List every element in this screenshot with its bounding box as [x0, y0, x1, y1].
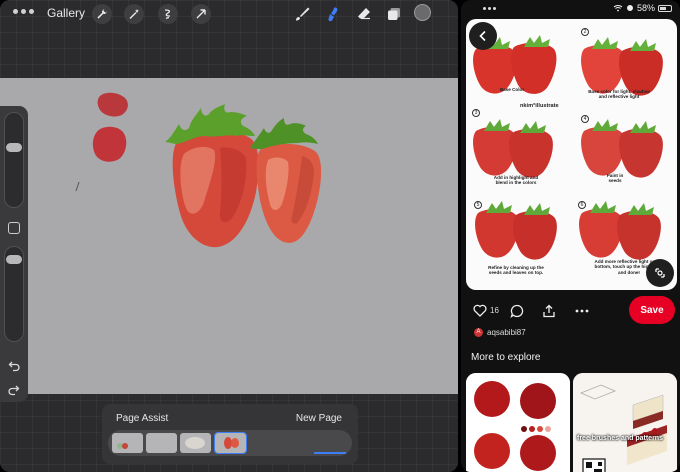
transform-arrow-icon[interactable]	[191, 4, 211, 24]
share-button[interactable]	[542, 304, 556, 318]
layers-icon[interactable]	[384, 4, 404, 24]
step-number: 2	[581, 28, 589, 36]
brush-icon[interactable]	[292, 4, 312, 24]
step-caption: Base color for light, shadow and reflect…	[588, 89, 650, 100]
sidebar	[0, 106, 28, 402]
procreate-toolbar: Gallery	[0, 0, 458, 28]
brush-size-knob[interactable]	[6, 143, 22, 152]
apple-illustration	[466, 373, 570, 472]
page-thumbnail[interactable]	[112, 433, 143, 453]
page-thumbnail-selected[interactable]	[214, 432, 247, 454]
screen: Gallery Page Assist New Page 58% 2 3 4 5…	[0, 0, 680, 472]
step-number: 5	[474, 201, 482, 209]
step-caption: Refine by cleaning up the seeds and leav…	[488, 265, 544, 276]
selection-icon[interactable]	[158, 4, 178, 24]
save-button[interactable]: Save	[629, 296, 675, 324]
gallery-button[interactable]: Gallery	[47, 6, 85, 20]
actions-wrench-icon[interactable]	[92, 4, 112, 24]
ellipsis-icon	[575, 309, 589, 313]
redo-icon[interactable]	[7, 383, 21, 397]
step-caption: Add in highlight and blend in the colors	[493, 175, 539, 186]
share-icon	[543, 304, 555, 318]
step-number: 6	[578, 201, 586, 209]
adjustments-magic-wand-icon[interactable]	[124, 4, 144, 24]
comment-icon	[510, 304, 524, 318]
chevron-left-icon	[479, 30, 486, 42]
undo-icon[interactable]	[7, 359, 21, 373]
lens-search-icon	[655, 268, 665, 278]
pin-image[interactable]: 2 3 4 5 6 Base Color Base color for ligh…	[466, 19, 677, 290]
page-thumbnail[interactable]	[146, 433, 177, 453]
pinterest-app: 58% 2 3 4 5 6 Base Color Base color for …	[461, 0, 680, 472]
multitasking-dots-icon[interactable]	[13, 9, 34, 14]
step-number: 4	[581, 115, 589, 123]
more-options-button[interactable]	[575, 309, 589, 313]
strawberry-tutorial-illustration	[473, 35, 663, 260]
status-indicators: 58%	[613, 3, 672, 13]
explore-card[interactable]: free brushes and patterns	[573, 373, 677, 472]
step-caption: Paint in seeds	[606, 173, 624, 184]
like-button[interactable]: 16	[473, 304, 499, 317]
explore-card[interactable]	[466, 373, 570, 472]
multitasking-dots-icon[interactable]	[483, 7, 496, 10]
avatar: A	[474, 328, 483, 337]
heart-icon	[473, 304, 487, 317]
new-page-button[interactable]: New Page	[296, 413, 342, 424]
card-caption: free brushes and patterns	[577, 435, 663, 442]
comment-button[interactable]	[510, 304, 524, 318]
selected-page-indicator	[314, 452, 346, 454]
modify-square-button[interactable]	[8, 222, 20, 234]
brush-size-slider[interactable]	[4, 112, 24, 208]
status-bar: 58%	[461, 0, 680, 18]
eraser-icon[interactable]	[354, 4, 374, 24]
battery-percent: 58%	[636, 3, 655, 13]
procreate-app: Gallery Page Assist New Page	[0, 0, 458, 472]
visual-search-button[interactable]	[646, 259, 674, 287]
battery-icon	[658, 4, 672, 12]
pin-author[interactable]: A aqsabibi87	[474, 328, 526, 337]
step-number: 3	[472, 109, 480, 117]
more-to-explore-heading: More to explore	[471, 352, 541, 363]
opacity-knob[interactable]	[6, 255, 22, 264]
page-thumbnail[interactable]	[180, 433, 211, 453]
cheesecake-illustration	[573, 373, 677, 472]
username: aqsabibi87	[487, 328, 526, 337]
page-assist-panel: Page Assist New Page	[102, 404, 358, 464]
color-swatch-button[interactable]	[414, 4, 431, 21]
watermark: nkim°illustrate	[520, 103, 559, 109]
pin-actions-bar: 16 Save	[461, 296, 680, 326]
focus-moon-icon	[626, 5, 633, 11]
opacity-slider[interactable]	[4, 246, 24, 342]
smudge-icon[interactable]	[324, 4, 344, 24]
wifi-icon	[613, 5, 623, 12]
strawberry-painting	[75, 92, 322, 248]
like-count: 16	[490, 306, 499, 315]
page-assist-title: Page Assist	[116, 413, 169, 424]
step-caption: Base Color	[499, 87, 525, 92]
drawing-canvas[interactable]	[0, 78, 458, 394]
back-button[interactable]	[469, 22, 497, 50]
